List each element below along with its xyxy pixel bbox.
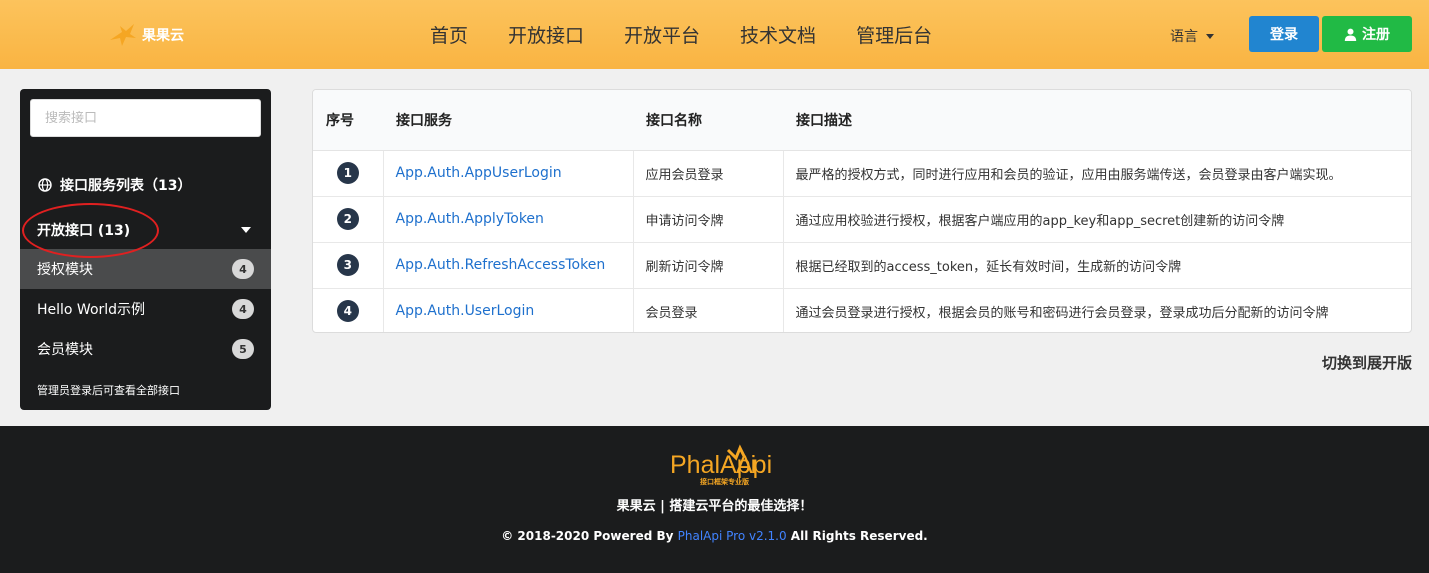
count-badge: 4 [232, 299, 254, 319]
api-service-link[interactable]: App.Auth.RefreshAccessToken [396, 257, 606, 273]
top-header: 果果云 首页 开放接口 开放平台 技术文档 管理后台 语言 登录 注册 [0, 0, 1429, 69]
chevron-down-icon [1206, 33, 1214, 39]
column-header-name: 接口名称 [633, 90, 783, 151]
api-description: 通过应用校验进行授权，根据客户端应用的app_key和app_secret创建新… [782, 196, 1411, 243]
api-name: 申请访问令牌 [632, 196, 783, 243]
row-number: 2 [336, 208, 359, 230]
table-header-row: 序号 接口服务 接口名称 接口描述 [313, 90, 1411, 151]
sidebar-item-hello-world[interactable]: Hello World示例 4 [20, 289, 271, 329]
table-row: 3 App.Auth.RefreshAccessToken 刷新访问令牌 根据已… [313, 242, 1411, 289]
row-number: 1 [336, 162, 359, 184]
user-icon [1344, 28, 1357, 41]
nav-home[interactable]: 首页 [430, 21, 468, 48]
service-list-title[interactable]: 接口服务列表（13） [38, 175, 191, 195]
copyright: © 2018-2020 Powered By PhalApi Pro v2.1.… [0, 529, 1429, 543]
api-service-link[interactable]: App.Auth.UserLogin [396, 303, 535, 319]
api-service-link[interactable]: App.Auth.AppUserLogin [396, 165, 562, 181]
row-number: 3 [336, 254, 359, 276]
api-description: 通过会员登录进行授权，根据会员的账号和密码进行会员登录，登录成功后分配新的访问令… [782, 288, 1411, 332]
api-description: 根据已经取到的access_token，延长有效时间，生成新的访问令牌 [782, 242, 1411, 289]
sidebar-item-label: 会员模块 [37, 342, 93, 358]
column-header-no: 序号 [313, 90, 383, 151]
table-row: 1 App.Auth.AppUserLogin 应用会员登录 最严格的授权方式，… [313, 150, 1411, 197]
language-dropdown[interactable]: 语言 [1170, 26, 1214, 46]
sidebar-item-auth[interactable]: 授权模块 4 [20, 249, 271, 289]
logo-icon [110, 24, 136, 46]
sidebar-item-label: Hello World示例 [37, 302, 146, 318]
footer: PhalApi Api 接口框架专业版 果果云 | 搭建云平台的最佳选择！ © … [0, 426, 1429, 573]
api-table: 序号 接口服务 接口名称 接口描述 1 App.Auth.AppUserLogi… [312, 89, 1412, 333]
nav-open-platform[interactable]: 开放平台 [624, 21, 700, 48]
api-name: 刷新访问令牌 [632, 242, 783, 289]
count-badge: 5 [232, 339, 254, 359]
login-button[interactable]: 登录 [1249, 16, 1319, 52]
copyright-prefix: © 2018-2020 Powered By [501, 529, 678, 543]
api-description: 最严格的授权方式，同时进行应用和会员的验证，应用由服务端传送，会员登录由客户端实… [782, 150, 1411, 197]
search-input[interactable] [30, 99, 261, 137]
nav-docs[interactable]: 技术文档 [740, 21, 816, 48]
service-list-label: 接口服务列表（13） [60, 178, 192, 194]
svg-text:Api: Api [736, 451, 772, 479]
api-name: 应用会员登录 [632, 150, 783, 197]
site-logo[interactable]: 果果云 [108, 22, 184, 48]
column-header-desc: 接口描述 [783, 90, 1411, 151]
nav-open-api[interactable]: 开放接口 [508, 21, 584, 48]
phalapi-pro-link[interactable]: PhalApi Pro v2.1.0 [678, 529, 787, 543]
api-name: 会员登录 [632, 288, 783, 332]
sidebar-item-member[interactable]: 会员模块 5 [20, 329, 271, 369]
register-label: 注册 [1362, 26, 1390, 42]
footer-logo-sub: 接口框架专业版 [700, 477, 749, 486]
switch-view-link[interactable]: 切换到展开版 [1322, 352, 1412, 373]
api-service-link[interactable]: App.Auth.ApplyToken [396, 211, 544, 227]
chevron-down-icon [241, 227, 251, 233]
register-button[interactable]: 注册 [1322, 16, 1412, 52]
phalapi-logo: PhalApi Api 接口框架专业版 [670, 444, 772, 486]
annotation-circle [22, 203, 159, 258]
count-badge: 4 [232, 259, 254, 279]
table-row: 4 App.Auth.UserLogin 会员登录 通过会员登录进行授权，根据会… [313, 288, 1411, 332]
footer-slogan: 果果云 | 搭建云平台的最佳选择！ [616, 499, 813, 514]
globe-icon [38, 178, 52, 192]
language-label: 语言 [1170, 29, 1198, 45]
copyright-suffix: All Rights Reserved. [786, 529, 928, 543]
main-nav: 首页 开放接口 开放平台 技术文档 管理后台 [430, 0, 932, 69]
row-number: 4 [336, 300, 359, 323]
column-header-service: 接口服务 [383, 90, 633, 151]
nav-admin[interactable]: 管理后台 [856, 21, 932, 48]
sidebar-item-label: 授权模块 [37, 262, 93, 278]
admin-note: 管理员登录后可查看全部接口 [37, 384, 180, 397]
table-row: 2 App.Auth.ApplyToken 申请访问令牌 通过应用校验进行授权，… [313, 196, 1411, 243]
logo-text: 果果云 [142, 28, 184, 44]
